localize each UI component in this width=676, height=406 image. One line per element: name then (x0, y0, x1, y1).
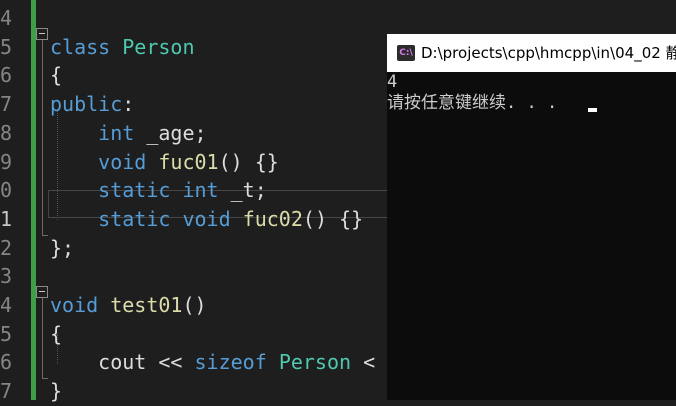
code-token: cout (98, 350, 147, 375)
code-token: sizeof (194, 350, 267, 375)
line-number: 5 (0, 34, 13, 59)
console-cursor (588, 108, 597, 112)
code-token: void (50, 293, 99, 317)
code-line: cout << sizeof Person < (50, 348, 375, 377)
collapse-class-person-icon[interactable] (36, 28, 48, 40)
fold-guide-class (42, 40, 43, 235)
code-token: void (182, 206, 231, 231)
collapse-test01-icon[interactable] (36, 286, 48, 298)
console-title: D:\projects\cpp\hmcpp\in\04_02 静 (421, 44, 676, 62)
console-app-icon-label: C:\ (399, 48, 413, 58)
git-change-bar (31, 0, 36, 400)
console-app-icon: C:\ (397, 45, 415, 61)
line-number: 1 (0, 206, 13, 231)
code-line: class Person (50, 33, 195, 62)
code-token: : (122, 92, 135, 117)
fold-guide-test01 (42, 298, 43, 378)
console-title-bar[interactable]: C:\ D:\projects\cpp\hmcpp\in\04_02 静 (387, 34, 676, 72)
console-window[interactable]: C:\ D:\projects\cpp\hmcpp\in\04_02 静 4 请… (387, 34, 676, 400)
line-number: 6 (0, 350, 13, 375)
line-number: 7 (0, 379, 13, 404)
line-number: 3 (0, 264, 13, 289)
code-token: Person (278, 350, 352, 375)
code-line: }; (50, 234, 74, 263)
code-token: { (50, 321, 63, 346)
code-line: static void fuc02() {} (50, 205, 363, 234)
code-line: static int _t; (50, 176, 267, 205)
code-line: public: (50, 90, 134, 119)
code-token: test01 (110, 293, 183, 317)
code-token: int (182, 178, 219, 203)
code-token: } (50, 379, 63, 404)
console-output-line: 4 (387, 72, 398, 92)
fold-end-test01 (42, 378, 48, 379)
console-output-line: 请按任意键继续. . . (387, 93, 558, 113)
code-token: _age; (134, 120, 207, 145)
code-token: () (182, 293, 207, 317)
code-line: void fuc01() {} (50, 148, 279, 177)
code-token: void (98, 149, 147, 174)
code-line: } (50, 377, 62, 406)
code-line: { (50, 61, 62, 90)
line-number: 8 (0, 120, 13, 145)
line-number: 2 (0, 235, 13, 260)
code-token: fuc02 (242, 206, 303, 231)
code-token: Person (122, 34, 195, 59)
line-number: 4 (0, 293, 13, 317)
code-line: { (50, 320, 62, 349)
code-token: << (146, 350, 195, 375)
code-token: class (50, 34, 111, 59)
code-token: fuc01 (158, 149, 219, 174)
code-token: < (351, 350, 376, 375)
code-token: public (50, 92, 123, 117)
line-number: 5 (0, 321, 13, 346)
line-number: 4 (0, 6, 13, 30)
code-line: int _age; (50, 119, 207, 148)
code-token: () {} (218, 149, 279, 174)
code-token: int (98, 120, 135, 145)
line-number: 0 (0, 178, 13, 203)
code-token: () {} (302, 206, 364, 231)
code-token: { (50, 63, 63, 88)
code-token: static (98, 178, 171, 203)
code-token: _t; (218, 178, 267, 203)
line-number: 6 (0, 63, 13, 88)
line-number: 7 (0, 92, 13, 117)
code-token: }; (50, 235, 75, 260)
code-line: void test01() (50, 291, 207, 320)
line-number: 9 (0, 149, 13, 174)
code-token: static (98, 206, 171, 231)
fold-end-class (42, 235, 48, 236)
